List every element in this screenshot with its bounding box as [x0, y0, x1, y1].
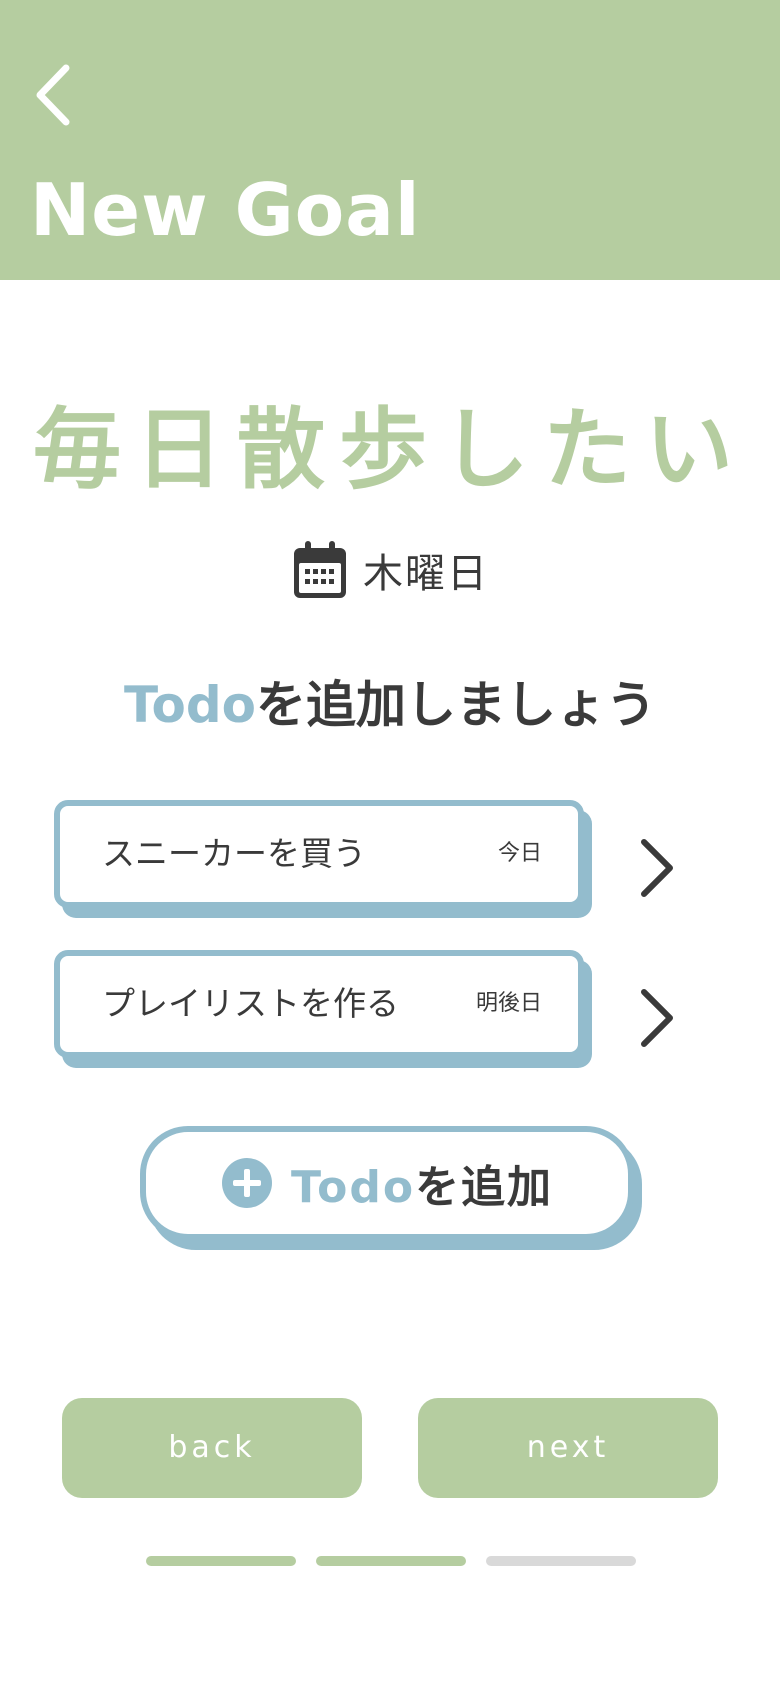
back-button[interactable]: back [62, 1398, 362, 1498]
section-title: Todoを追加しましょう [0, 670, 780, 740]
page-title: New Goal [30, 168, 421, 252]
calendar-icon [294, 541, 346, 598]
todo-date: 今日 [497, 841, 542, 866]
todo-title: スニーカーを買う [102, 834, 366, 873]
progress-segment [486, 1556, 636, 1566]
todo-title: プレイリストを作る [102, 984, 399, 1023]
add-todo-button[interactable]: Todoを追加 [140, 1126, 634, 1240]
add-todo-label: Todoを追加 [291, 1151, 553, 1215]
add-todo-label-accent: Todo [290, 1162, 416, 1213]
todo-date: 明後日 [475, 991, 542, 1016]
section-title-rest: を追加しましょう [255, 676, 656, 734]
goal-title: 毎日散歩したい [32, 398, 747, 501]
next-button[interactable]: next [418, 1398, 718, 1498]
header-bar: New Goal [0, 0, 780, 280]
progress-segment [146, 1556, 296, 1566]
chevron-right-icon[interactable] [636, 986, 676, 1050]
chevron-left-icon[interactable] [30, 60, 80, 130]
add-todo-label-rest: を追加 [415, 1162, 554, 1213]
todo-item[interactable]: プレイリストを作る 明後日 [54, 950, 584, 1058]
section-title-accent: Todo [124, 676, 256, 734]
goal-day-row: 木曜日 [0, 535, 780, 605]
progress-segment [316, 1556, 466, 1566]
chevron-right-icon[interactable] [636, 836, 676, 900]
goal-day-label: 木曜日 [363, 551, 489, 597]
todo-item[interactable]: スニーカーを買う 今日 [54, 800, 584, 908]
plus-circle-icon [221, 1158, 272, 1208]
